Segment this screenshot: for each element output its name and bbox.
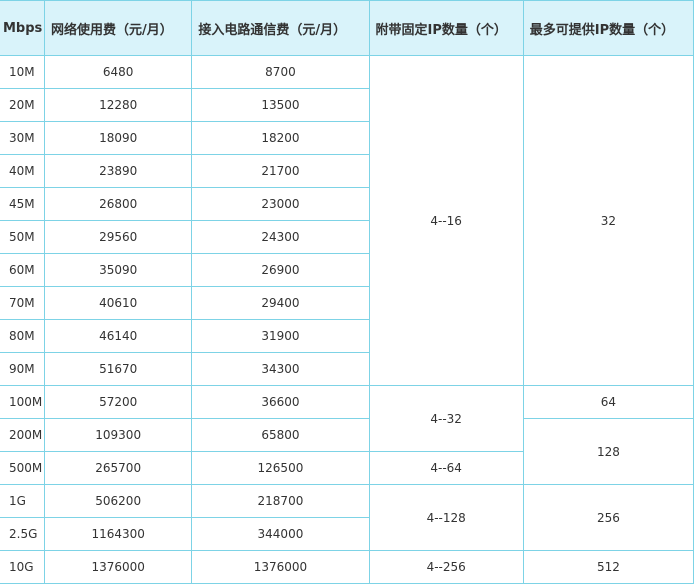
header-network-fee: 网络使用费（元/月） — [43, 0, 193, 56]
speed-cell: 80M — [0, 319, 45, 353]
circuit-fee-cell: 13500 — [191, 88, 370, 122]
network-fee-cell: 46140 — [43, 319, 193, 353]
speed-cell: 20M — [0, 88, 45, 122]
speed-cell: 1G — [0, 484, 45, 518]
network-fee-cell: 1164300 — [43, 517, 193, 551]
circuit-fee-cell: 36600 — [191, 385, 370, 419]
max-ip-cell: 512 — [522, 550, 695, 584]
speed-cell: 500M — [0, 451, 45, 485]
speed-cell: 70M — [0, 286, 45, 320]
max-ip-cell: 128 — [522, 418, 695, 485]
circuit-fee-cell: 23000 — [191, 187, 370, 221]
circuit-fee-cell: 24300 — [191, 220, 370, 254]
speed-cell: 10G — [0, 550, 45, 584]
speed-cell: 90M — [0, 352, 45, 386]
network-fee-cell: 1376000 — [43, 550, 193, 584]
header-row: Mbps 网络使用费（元/月） 接入电路通信费（元/月） 附带固定IP数量（个）… — [0, 0, 695, 56]
fixed-ip-cell: 4--16 — [368, 55, 524, 386]
table-row: 10M 6480 8700 4--16 32 — [0, 55, 695, 386]
table-row: 200M 109300 65800 128 — [0, 418, 695, 485]
speed-cell: 30M — [0, 121, 45, 155]
header-max-ip: 最多可提供IP数量（个） — [522, 0, 695, 56]
circuit-fee-cell: 34300 — [191, 352, 370, 386]
network-fee-cell: 109300 — [43, 418, 193, 452]
circuit-fee-cell: 29400 — [191, 286, 370, 320]
network-fee-cell: 23890 — [43, 154, 193, 188]
circuit-fee-cell: 344000 — [191, 517, 370, 551]
fixed-ip-cell: 4--32 — [368, 385, 524, 452]
circuit-fee-cell: 126500 — [191, 451, 370, 485]
network-fee-cell: 35090 — [43, 253, 193, 287]
speed-cell: 2.5G — [0, 517, 45, 551]
speed-cell: 10M — [0, 55, 45, 89]
fixed-ip-cell: 4--256 — [368, 550, 524, 584]
network-fee-cell: 40610 — [43, 286, 193, 320]
network-fee-cell: 6480 — [43, 55, 193, 89]
speed-cell: 200M — [0, 418, 45, 452]
table-row: 100M 57200 36600 4--32 64 — [0, 385, 695, 452]
header-circuit-fee: 接入电路通信费（元/月） — [191, 0, 370, 56]
network-fee-cell: 26800 — [43, 187, 193, 221]
speed-cell: 100M — [0, 385, 45, 419]
max-ip-cell: 256 — [522, 484, 695, 551]
network-fee-cell: 18090 — [43, 121, 193, 155]
circuit-fee-cell: 8700 — [191, 55, 370, 89]
table-row: 1G 506200 218700 4--128 256 — [0, 484, 695, 551]
circuit-fee-cell: 18200 — [191, 121, 370, 155]
max-ip-cell: 64 — [522, 385, 695, 419]
circuit-fee-cell: 1376000 — [191, 550, 370, 584]
circuit-fee-cell: 26900 — [191, 253, 370, 287]
circuit-fee-cell: 65800 — [191, 418, 370, 452]
circuit-fee-cell: 218700 — [191, 484, 370, 518]
fixed-ip-cell: 4--128 — [368, 484, 524, 551]
network-fee-cell: 506200 — [43, 484, 193, 518]
network-fee-cell: 57200 — [43, 385, 193, 419]
fixed-ip-cell: 4--64 — [368, 451, 524, 485]
speed-cell: 45M — [0, 187, 45, 221]
network-fee-cell: 265700 — [43, 451, 193, 485]
network-fee-cell: 29560 — [43, 220, 193, 254]
network-fee-cell: 12280 — [43, 88, 193, 122]
circuit-fee-cell: 31900 — [191, 319, 370, 353]
max-ip-cell: 32 — [522, 55, 695, 386]
table-row: 10G 1376000 1376000 4--256 512 — [0, 550, 695, 584]
header-speed: Mbps — [0, 0, 45, 56]
speed-cell: 50M — [0, 220, 45, 254]
circuit-fee-cell: 21700 — [191, 154, 370, 188]
network-fee-cell: 51670 — [43, 352, 193, 386]
page: Mbps 网络使用费（元/月） 接入电路通信费（元/月） 附带固定IP数量（个）… — [0, 0, 695, 584]
pricing-table: Mbps 网络使用费（元/月） 接入电路通信费（元/月） 附带固定IP数量（个）… — [0, 0, 695, 584]
speed-cell: 60M — [0, 253, 45, 287]
speed-cell: 40M — [0, 154, 45, 188]
header-fixed-ip: 附带固定IP数量（个） — [368, 0, 524, 56]
